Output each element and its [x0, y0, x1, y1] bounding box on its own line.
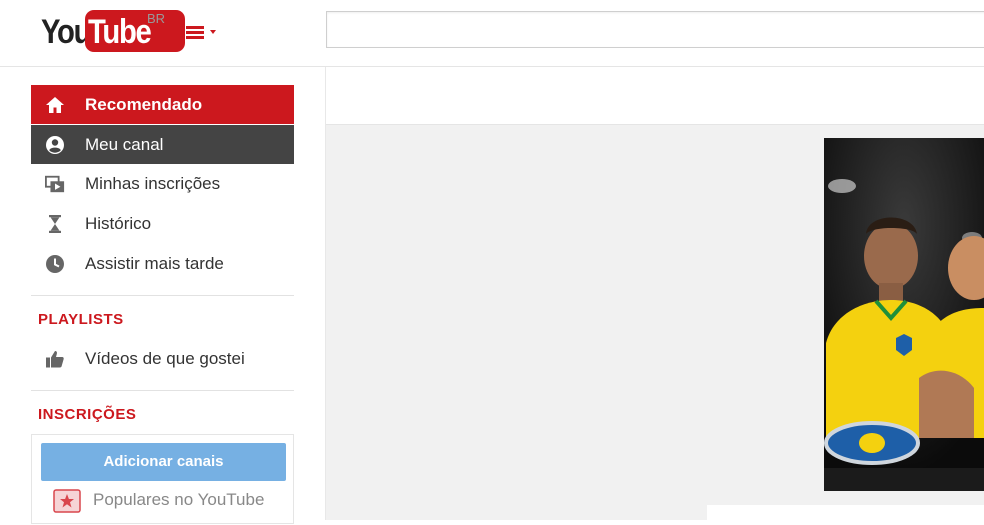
popular-star-icon: [53, 489, 81, 513]
promo-players-image: [824, 138, 984, 491]
add-channels-button[interactable]: Adicionar canais: [41, 443, 286, 481]
sidebar-item-populares[interactable]: Populares no YouTube: [32, 483, 295, 517]
sidebar-item-label: Meu canal: [85, 135, 164, 154]
subscriptions-icon: [45, 175, 65, 193]
sidebar-item-label: Assistir mais tarde: [85, 254, 224, 273]
sidebar-item-historico[interactable]: Histórico: [31, 204, 294, 243]
main-content: [326, 67, 984, 525]
sidebar-item-label: Vídeos de que gostei: [85, 349, 245, 368]
sidebar-divider: [31, 390, 294, 391]
video-card[interactable]: [707, 505, 984, 525]
sidebar-item-label: Populares no YouTube: [93, 490, 265, 509]
logo-text-you: You: [41, 13, 91, 51]
youtube-logo[interactable]: You Tube BR: [41, 10, 185, 52]
clock-icon: [46, 255, 64, 273]
sidebar-item-meu-canal[interactable]: Meu canal: [31, 125, 294, 164]
subscriptions-box: Adicionar canais Populares no YouTube: [31, 434, 294, 524]
guide-menu-button[interactable]: [186, 22, 222, 44]
playlists-section-title: PLAYLISTS: [38, 311, 124, 328]
sidebar-item-label: Recomendado: [85, 95, 203, 114]
account-icon: [46, 136, 64, 154]
logo-text-tube: Tube: [88, 13, 152, 51]
region-label: BR: [147, 11, 166, 26]
home-icon: [46, 97, 64, 113]
subscriptions-section-title: INSCRIÇÕES: [38, 406, 137, 423]
sidebar-divider: [31, 295, 294, 296]
guide-sidebar: Recomendado Meu canal Minhas inscrições …: [0, 67, 326, 524]
main-top-bar: [326, 67, 984, 125]
caret-down-icon: [210, 30, 216, 34]
promo-banner-image[interactable]: [824, 138, 984, 491]
menu-bar-icon: [186, 26, 204, 29]
sidebar-item-assistir-mais-tarde[interactable]: Assistir mais tarde: [31, 244, 294, 283]
sidebar-item-recomendado[interactable]: Recomendado: [31, 85, 294, 124]
hourglass-icon: [49, 215, 61, 233]
thumbs-up-icon: [46, 351, 64, 368]
search-input[interactable]: [326, 11, 984, 48]
masthead: You Tube BR: [0, 0, 984, 67]
sidebar-item-videos-gostei[interactable]: Vídeos de que gostei: [31, 339, 294, 378]
menu-bar-icon: [186, 31, 204, 34]
sidebar-item-label: Minhas inscrições: [85, 174, 221, 193]
menu-bar-icon: [186, 36, 204, 39]
sidebar-item-label: Histórico: [85, 214, 152, 233]
sidebar-item-minhas-inscricoes[interactable]: Minhas inscrições: [31, 164, 294, 203]
